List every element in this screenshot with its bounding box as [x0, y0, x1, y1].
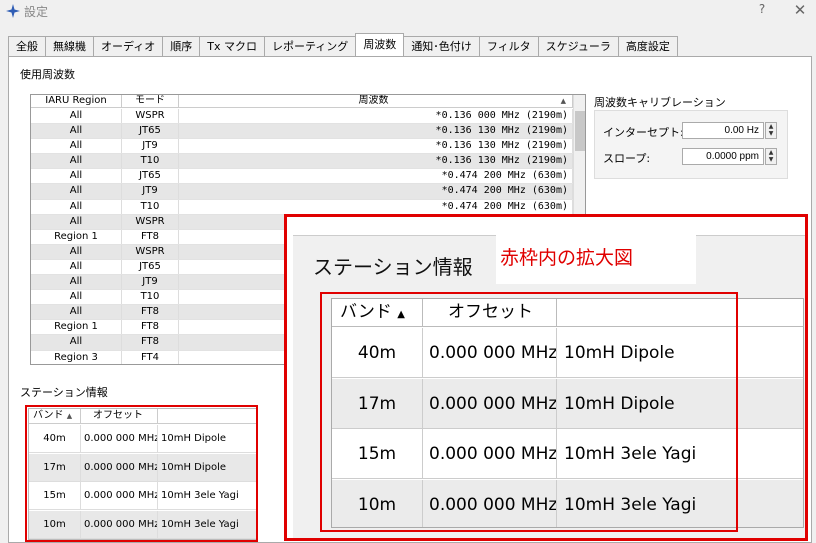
tab-10[interactable]: 高度設定	[617, 36, 678, 56]
title-bar: 設定 ? ✕	[0, 0, 816, 22]
cell-region: All	[31, 109, 122, 124]
close-button[interactable]: ✕	[792, 1, 808, 19]
tab-0[interactable]: 全般	[8, 36, 46, 56]
tab-bar: 全般 無線機 オーディオ 順序 Tx マクロ レポーティング 周波数 通知･色付け フィルタ スケ…	[8, 33, 678, 56]
cell-frequency: *0.474 200 MHz (630m)	[179, 169, 573, 184]
cell-region: All	[31, 290, 122, 305]
cell-mode: T10	[122, 199, 179, 214]
tab-5[interactable]: レポーティング	[263, 36, 357, 56]
cell-mode: JT65	[122, 259, 179, 275]
table-row[interactable]: All T10 *0.136 130 MHz (2190m)	[31, 154, 573, 170]
window-title: 設定	[24, 5, 49, 19]
table-row[interactable]: All JT65 *0.474 200 MHz (630m)	[31, 169, 573, 185]
station-section-title: ステーション情報	[20, 386, 108, 399]
cell-mode: JT9	[122, 275, 179, 290]
cell-region: All	[31, 199, 122, 214]
intercept-input[interactable]: 0.00 Hz	[682, 122, 764, 139]
cell-mode: JT65	[122, 124, 179, 139]
column-header-frequency[interactable]: 周波数 ▲	[179, 95, 573, 107]
cell-mode: FT8	[122, 320, 179, 335]
highlight-box-large	[320, 292, 738, 532]
cell-mode: FT8	[122, 335, 179, 350]
cell-region: Region 3	[31, 350, 122, 364]
cell-region: All	[31, 214, 122, 229]
cell-region: Region 1	[31, 320, 122, 335]
cell-region: All	[31, 139, 122, 154]
cell-frequency: *0.136 130 MHz (2190m)	[179, 154, 573, 169]
cell-frequency: *0.136 130 MHz (2190m)	[179, 139, 573, 154]
cell-region: All	[31, 305, 122, 320]
cell-frequency: *0.474 200 MHz (630m)	[179, 184, 573, 199]
cell-region: All	[31, 154, 122, 169]
cell-mode: JT65	[122, 169, 179, 184]
tab-9[interactable]: スケジューラ	[537, 36, 619, 56]
slope-spinner[interactable]: ▲ ▼	[765, 148, 777, 165]
cell-region: All	[31, 335, 122, 350]
cell-mode: WSPR	[122, 244, 179, 259]
slope-input[interactable]: 0.0000 ppm	[682, 148, 764, 165]
table-row[interactable]: All T10 *0.474 200 MHz (630m)	[31, 199, 573, 215]
table-row[interactable]: All JT9 *0.136 130 MHz (2190m)	[31, 139, 573, 155]
table-row[interactable]: All WSPR *0.136 000 MHz (2190m)	[31, 109, 573, 125]
cell-frequency: *0.136 130 MHz (2190m)	[179, 124, 573, 139]
cell-region: All	[31, 124, 122, 139]
tab-7[interactable]: 通知･色付け	[403, 36, 480, 56]
cell-mode: JT9	[122, 184, 179, 199]
cell-frequency: *0.136 000 MHz (2190m)	[179, 109, 573, 124]
cell-mode: FT8	[122, 305, 179, 320]
cell-mode: JT9	[122, 139, 179, 154]
cell-frequency: *0.474 200 MHz (630m)	[179, 199, 573, 214]
frequencies-section-title: 使用周波数	[20, 68, 75, 81]
scrollbar-thumb[interactable]	[575, 111, 585, 151]
zoom-station-title: ステーション情報	[313, 255, 473, 279]
cell-mode: T10	[122, 290, 179, 305]
calibration-group	[594, 110, 788, 179]
cell-mode: WSPR	[122, 214, 179, 229]
cell-mode: WSPR	[122, 109, 179, 124]
cell-mode: T10	[122, 154, 179, 169]
intercept-label: インターセプト:	[603, 126, 684, 139]
sort-ascending-icon: ▲	[560, 97, 566, 105]
slope-label: スロープ:	[603, 152, 651, 165]
cell-region: All	[31, 244, 122, 259]
tab-6[interactable]: 周波数	[355, 33, 405, 56]
table-row[interactable]: All JT9 *0.474 200 MHz (630m)	[31, 184, 573, 200]
tab-8[interactable]: フィルタ	[478, 36, 539, 56]
tab-3[interactable]: 順序	[162, 36, 201, 56]
intercept-spinner[interactable]: ▲ ▼	[765, 122, 777, 139]
table-row[interactable]: All JT65 *0.136 130 MHz (2190m)	[31, 124, 573, 140]
cell-mode: FT8	[122, 229, 179, 244]
cell-mode: FT4	[122, 350, 179, 364]
calibration-section-title: 周波数キャリブレーション	[594, 96, 726, 109]
tab-2[interactable]: オーディオ	[93, 36, 164, 56]
zoom-caption: 赤枠内の拡大図	[496, 234, 696, 284]
frequency-table-header: IARU Region モード 周波数 ▲	[31, 95, 573, 108]
cell-region: Region 1	[31, 229, 122, 244]
cell-region: All	[31, 275, 122, 290]
cell-region: All	[31, 184, 122, 199]
column-header-region[interactable]: IARU Region	[31, 95, 122, 107]
tab-4[interactable]: Tx マクロ	[199, 36, 265, 56]
help-button[interactable]: ?	[754, 2, 770, 18]
cell-region: All	[31, 259, 122, 275]
highlight-box-small	[25, 405, 258, 542]
column-header-mode[interactable]: モード	[122, 95, 179, 107]
tab-1[interactable]: 無線機	[45, 36, 94, 56]
cell-region: All	[31, 169, 122, 184]
app-icon	[6, 4, 20, 18]
